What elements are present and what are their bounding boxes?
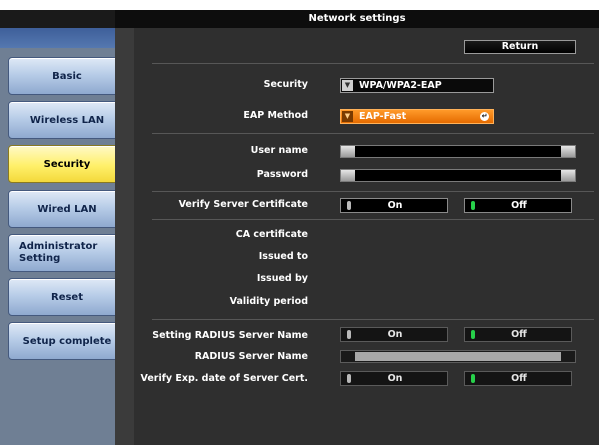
validity-period-label: Validity period [229, 296, 308, 307]
sidebar-item-label: Wireless LAN [29, 114, 105, 126]
window-title: Network settings [115, 10, 599, 28]
security-label: Security [263, 79, 308, 90]
eap-method-label: EAP Method [243, 110, 308, 121]
sidebar-item-reset[interactable]: Reset [8, 278, 126, 316]
user-name-field[interactable] [340, 145, 576, 158]
network-settings-app: Basic Wireless LAN Security Wired LAN Ad… [0, 0, 599, 445]
sidebar-item-label-line2: Setting [19, 253, 61, 264]
sidebar-item-administrator-setting[interactable]: Administrator Setting [8, 234, 126, 272]
eap-method-value: EAP-Fast [359, 111, 407, 122]
issued-to-label: Issued to [258, 251, 308, 262]
password-field[interactable] [340, 169, 576, 182]
sidebar-item-security[interactable]: Security [8, 145, 126, 183]
off-label: Off [511, 373, 527, 384]
divider [152, 191, 594, 192]
divider [152, 63, 594, 64]
sidebar-item-label: Basic [52, 70, 82, 82]
field-right-cap [561, 170, 575, 181]
verify-exp-date-label: Verify Exp. date of Server Cert. [140, 373, 308, 384]
divider [152, 133, 594, 134]
off-label: Off [511, 329, 527, 340]
sidebar-header-band [0, 28, 134, 48]
verify-exp-date-on-button[interactable]: On [340, 371, 448, 386]
sidebar-item-label: Security [43, 158, 91, 170]
verify-exp-date-off-button[interactable]: Off [464, 371, 572, 386]
verify-server-certificate-on-button[interactable]: On [340, 198, 448, 213]
on-label: On [387, 200, 403, 211]
radius-server-name-field[interactable] [340, 350, 576, 363]
issued-by-label: Issued by [256, 273, 308, 284]
field-left-cap [341, 146, 355, 157]
divider [152, 319, 594, 320]
radius-server-name-value [355, 352, 561, 361]
verify-server-certificate-off-button[interactable]: Off [464, 198, 572, 213]
divider [152, 219, 594, 220]
sidebar-item-wireless-lan[interactable]: Wireless LAN [8, 101, 126, 139]
enter-icon: ↵ [480, 112, 489, 121]
field-left-cap [341, 170, 355, 181]
sidebar-item-label: Wired LAN [37, 203, 97, 215]
dropdown-arrow-icon: ▼ [342, 111, 353, 122]
sidebar-header [0, 10, 134, 28]
setting-radius-server-name-label: Setting RADIUS Server Name [152, 330, 308, 341]
field-right-cap [561, 146, 575, 157]
setting-radius-server-name-on-button[interactable]: On [340, 327, 448, 342]
password-label: Password [256, 169, 308, 180]
on-label: On [387, 373, 403, 384]
radius-server-name-label: RADIUS Server Name [194, 351, 308, 362]
main-panel: Network settings Return Security ▼ WPA/W… [115, 10, 599, 445]
sidebar-item-basic[interactable]: Basic [8, 57, 126, 95]
sidebar-item-label: Setup complete [22, 335, 112, 347]
eap-method-dropdown[interactable]: ▼ EAP-Fast ↵ [340, 109, 494, 124]
ca-certificate-label: CA certificate [235, 229, 308, 240]
on-label: On [387, 329, 403, 340]
sidebar: Basic Wireless LAN Security Wired LAN Ad… [0, 10, 134, 445]
user-name-label: User name [250, 145, 308, 156]
security-value: WPA/WPA2-EAP [359, 80, 442, 91]
verify-server-certificate-label: Verify Server Certificate [178, 199, 308, 210]
sidebar-item-wired-lan[interactable]: Wired LAN [8, 190, 126, 228]
sidebar-item-label: Reset [51, 291, 83, 303]
security-dropdown[interactable]: ▼ WPA/WPA2-EAP [340, 78, 494, 93]
sidebar-item-label-line1: Administrator [19, 241, 98, 252]
dropdown-arrow-icon: ▼ [342, 80, 353, 91]
off-label: Off [511, 200, 527, 211]
return-button-label: Return [501, 41, 539, 52]
setting-radius-server-name-off-button[interactable]: Off [464, 327, 572, 342]
return-button[interactable]: Return [464, 40, 576, 54]
settings-panel: Return Security ▼ WPA/WPA2-EAP EAP Metho… [134, 28, 599, 445]
sidebar-item-setup-complete[interactable]: Setup complete [8, 322, 126, 360]
